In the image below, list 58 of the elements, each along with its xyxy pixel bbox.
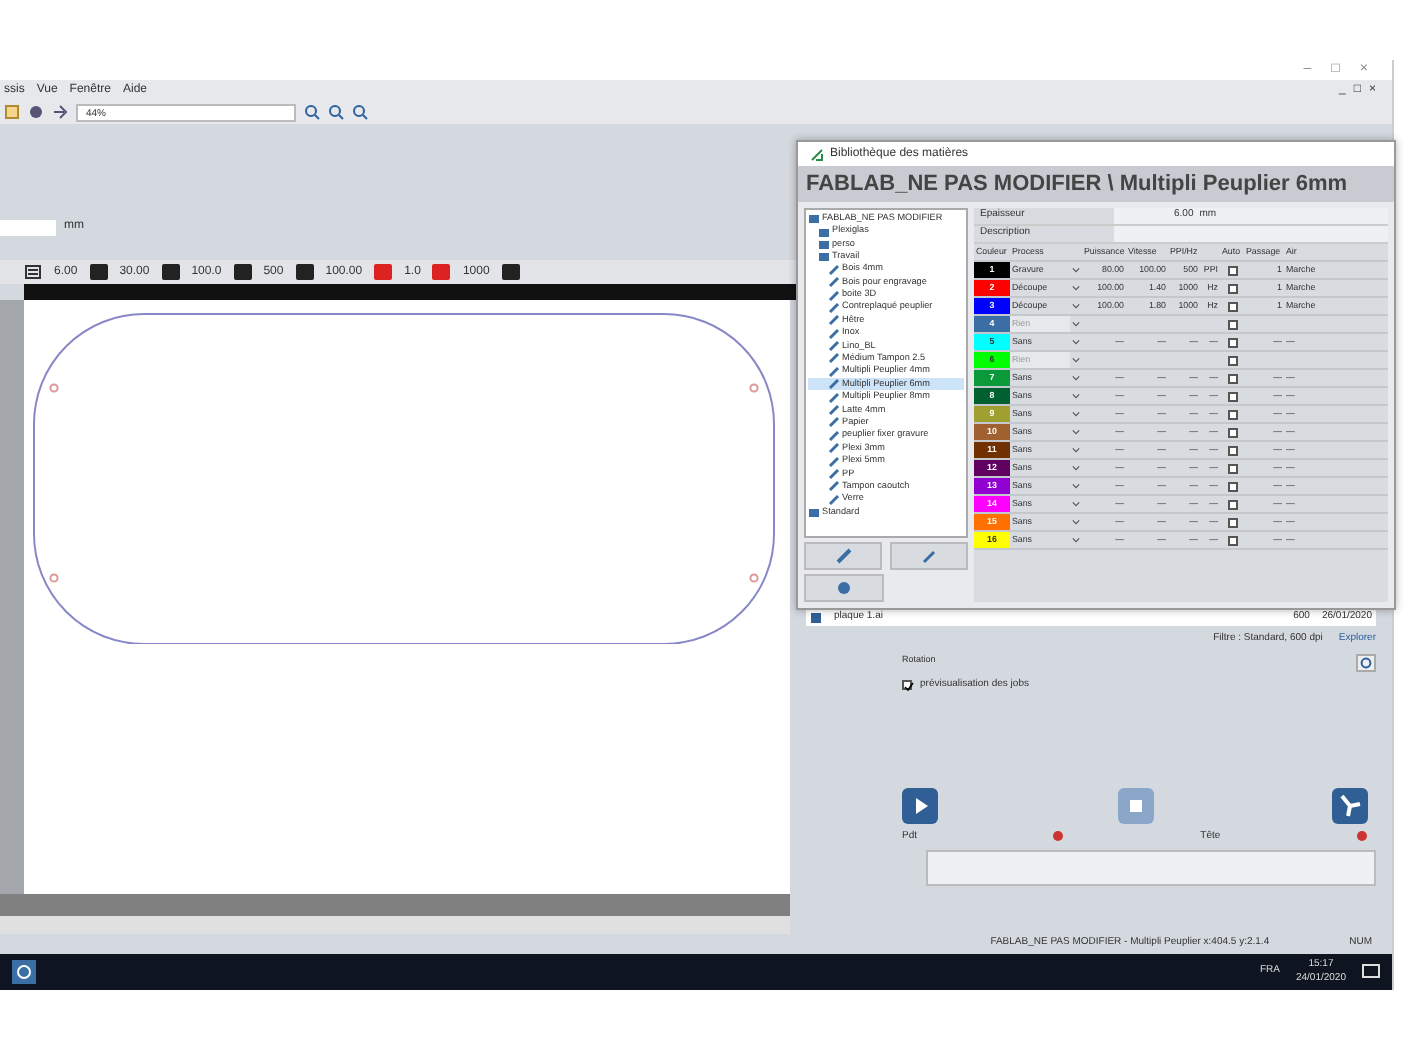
material-icon: [921, 548, 937, 564]
settings-button[interactable]: [804, 574, 884, 602]
auto-checkbox[interactable]: [1227, 445, 1237, 455]
auto-checkbox[interactable]: [1227, 535, 1237, 545]
param-icon[interactable]: [89, 264, 108, 280]
description-field[interactable]: [1114, 226, 1388, 242]
rotate-button[interactable]: [1356, 653, 1376, 671]
param-icon[interactable]: [501, 264, 520, 280]
material-heading: FABLAB_NE PAS MODIFIER \ Multipli Peuplier 6mm: [798, 166, 1394, 202]
caret-icon[interactable]: [1072, 536, 1080, 544]
app-icon[interactable]: [12, 960, 36, 984]
fan-button[interactable]: [1332, 787, 1368, 823]
preview-checkbox[interactable]: [902, 679, 912, 690]
caret-icon[interactable]: [1072, 320, 1080, 328]
caret-icon[interactable]: [1072, 374, 1080, 382]
auto-checkbox[interactable]: [1227, 463, 1237, 473]
caret-icon[interactable]: [1072, 392, 1080, 400]
material-icon: [835, 548, 851, 564]
caret-icon[interactable]: [1072, 266, 1080, 274]
auto-checkbox[interactable]: [1227, 301, 1237, 311]
param-icon[interactable]: [161, 264, 180, 280]
auto-checkbox[interactable]: [1227, 409, 1237, 419]
caret-icon[interactable]: [1072, 446, 1080, 454]
alert-icon: [1052, 829, 1065, 841]
auto-checkbox[interactable]: [1227, 517, 1237, 527]
library-icon: [810, 147, 824, 161]
zoom-icon[interactable]: [352, 104, 368, 120]
auto-checkbox[interactable]: [1227, 391, 1237, 401]
arrow-icon[interactable]: [52, 104, 68, 120]
horizontal-scrollbar[interactable]: [0, 916, 790, 934]
grid-icon[interactable]: [24, 264, 42, 280]
caret-icon[interactable]: [1072, 428, 1080, 436]
auto-checkbox[interactable]: [1227, 373, 1237, 383]
auto-checkbox[interactable]: [1227, 283, 1237, 293]
auto-checkbox[interactable]: [1227, 427, 1237, 437]
caret-icon[interactable]: [1072, 338, 1080, 346]
auto-checkbox[interactable]: [1227, 265, 1237, 275]
add-button[interactable]: [804, 542, 882, 570]
file-icon: [810, 611, 822, 623]
zoom-icon[interactable]: [328, 104, 344, 120]
param-icon[interactable]: [295, 264, 314, 280]
param-icon[interactable]: [233, 264, 252, 280]
caret-icon[interactable]: [1072, 518, 1080, 526]
caret-icon[interactable]: [1072, 284, 1080, 292]
auto-checkbox[interactable]: [1227, 481, 1237, 491]
caret-icon[interactable]: [1072, 500, 1080, 508]
auto-checkbox[interactable]: [1227, 499, 1237, 509]
auto-checkbox[interactable]: [1227, 337, 1237, 347]
play-button[interactable]: [902, 787, 938, 823]
caret-icon[interactable]: [1072, 356, 1080, 364]
zoom-icon[interactable]: [304, 104, 320, 120]
alert-icon: [1355, 829, 1368, 841]
caret-icon[interactable]: [1072, 410, 1080, 418]
notification-icon[interactable]: [1362, 964, 1380, 980]
unit-input[interactable]: [0, 219, 56, 235]
caret-icon[interactable]: [1072, 302, 1080, 310]
caret-icon[interactable]: [1072, 482, 1080, 490]
caret-icon[interactable]: [1072, 464, 1080, 472]
